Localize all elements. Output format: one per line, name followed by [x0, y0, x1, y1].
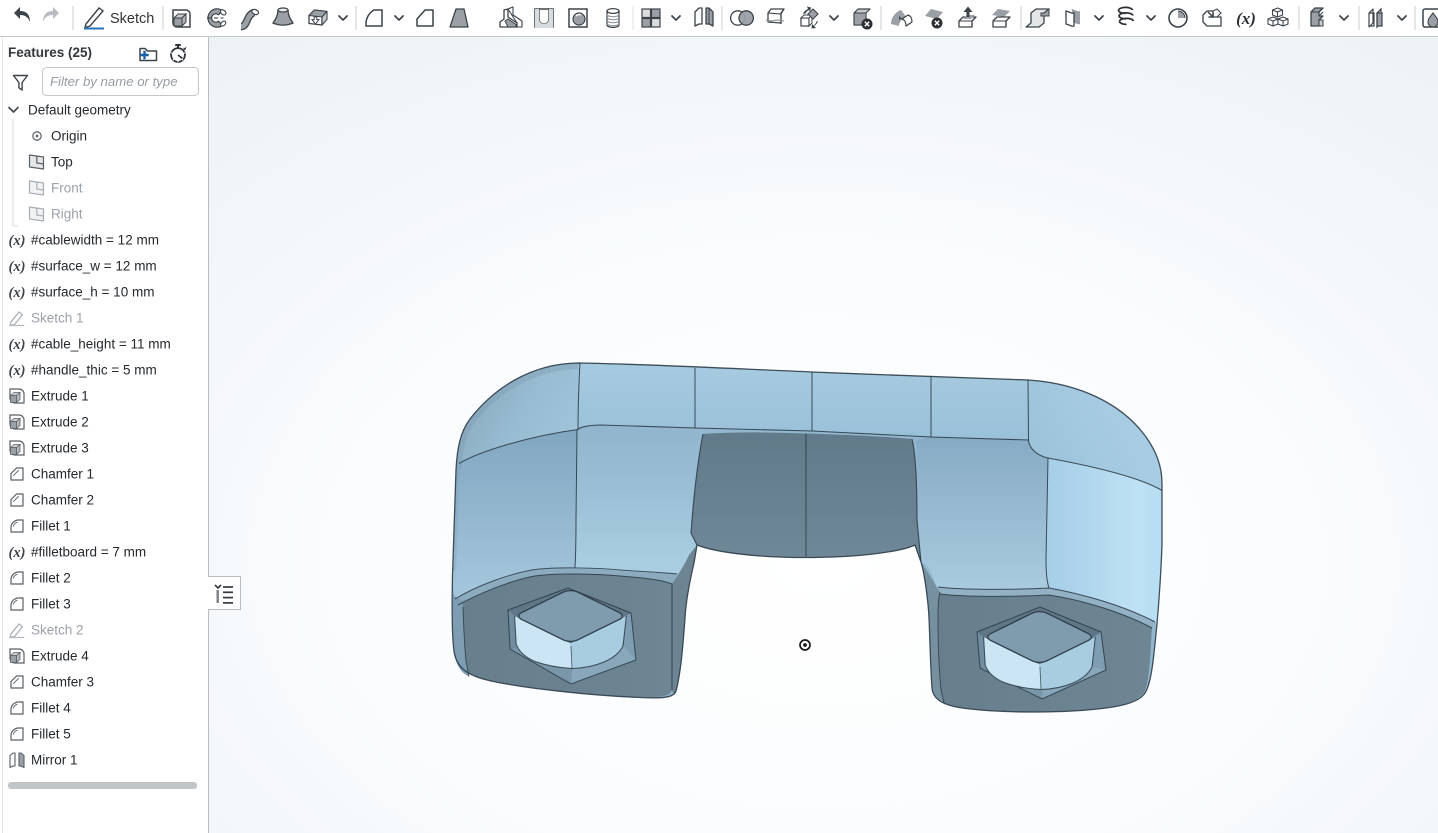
svg-text:Chamfer 2: Chamfer 2: [31, 493, 94, 508]
svg-text:#surface_w = 12 mm: #surface_w = 12 mm: [31, 259, 157, 274]
svg-text:Sketch: Sketch: [110, 11, 154, 27]
svg-text:Fillet 5: Fillet 5: [31, 727, 71, 742]
svg-text:Origin: Origin: [51, 129, 87, 144]
svg-text:Fillet 1: Fillet 1: [31, 519, 71, 534]
svg-text:Extrude 2: Extrude 2: [31, 415, 89, 430]
svg-text:(x): (x): [9, 545, 26, 561]
svg-text:Sketch 2: Sketch 2: [31, 623, 84, 638]
svg-text:Extrude 4: Extrude 4: [31, 649, 89, 664]
svg-text:#cablewidth = 12 mm: #cablewidth = 12 mm: [31, 233, 159, 248]
svg-text:Fillet 4: Fillet 4: [31, 701, 71, 716]
svg-text:(x): (x): [9, 285, 26, 301]
svg-text:(x): (x): [9, 337, 26, 353]
svg-text:(x): (x): [9, 363, 26, 379]
svg-text:Mirror 1: Mirror 1: [31, 753, 78, 768]
svg-text:Features (25): Features (25): [8, 45, 92, 60]
svg-text:Top: Top: [51, 155, 73, 170]
svg-text:#handle_thic = 5 mm: #handle_thic = 5 mm: [31, 363, 157, 378]
svg-text:Extrude 1: Extrude 1: [31, 389, 89, 404]
svg-text:(x): (x): [1236, 9, 1256, 28]
svg-text:Fillet 2: Fillet 2: [31, 571, 71, 586]
svg-text:(x): (x): [9, 233, 26, 249]
svg-text:Sketch 1: Sketch 1: [31, 311, 84, 326]
svg-text:Filter by name or type: Filter by name or type: [50, 74, 178, 89]
svg-text:Front: Front: [51, 181, 83, 196]
svg-text:Fillet 3: Fillet 3: [31, 597, 71, 612]
svg-text:(x): (x): [9, 259, 26, 275]
svg-text:Chamfer 1: Chamfer 1: [31, 467, 94, 482]
svg-text:#surface_h = 10 mm: #surface_h = 10 mm: [31, 285, 154, 300]
svg-text:Default geometry: Default geometry: [28, 103, 131, 118]
svg-text:Right: Right: [51, 207, 83, 222]
svg-text:Chamfer 3: Chamfer 3: [31, 675, 94, 690]
svg-text:#cable_height = 11 mm: #cable_height = 11 mm: [31, 337, 171, 352]
svg-text:Extrude 3: Extrude 3: [31, 441, 89, 456]
svg-text:#filletboard = 7 mm: #filletboard = 7 mm: [31, 545, 146, 560]
